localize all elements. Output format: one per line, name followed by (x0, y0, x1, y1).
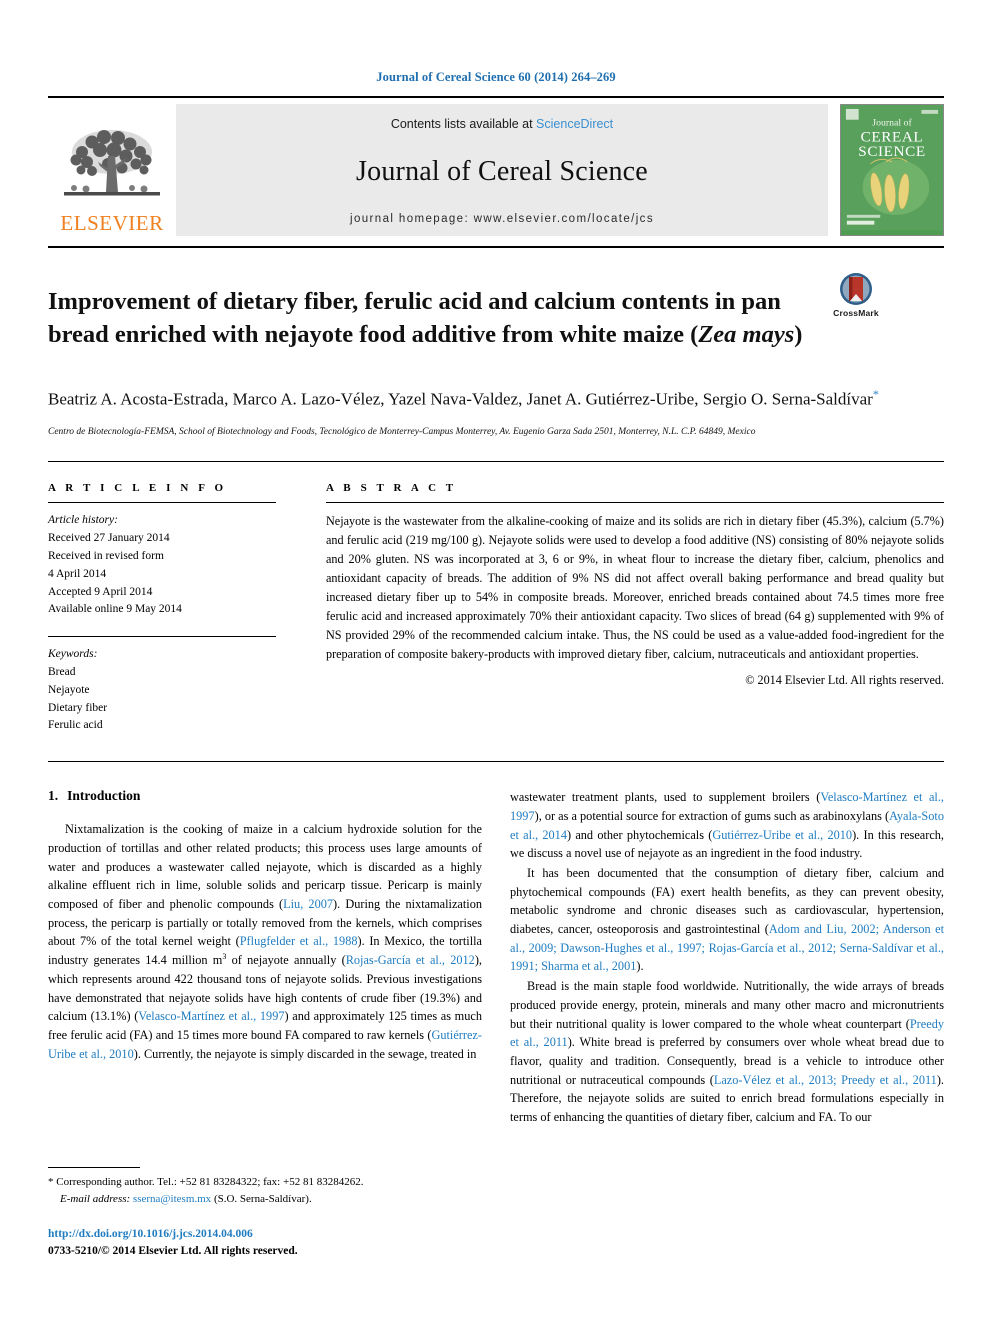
keyword-item: Nejayote (48, 683, 90, 696)
corresponding-author-marker: * (872, 387, 879, 402)
elsevier-tree-icon (64, 130, 160, 196)
keyword-item: Dietary fiber (48, 701, 108, 714)
citation-link[interactable]: Lazo-Vélez et al., 2013; Preedy et al., … (714, 1073, 937, 1087)
section-heading-introduction: 1. Introduction (48, 788, 482, 804)
journal-masthead: ELSEVIER Contents lists available at Sci… (48, 96, 944, 236)
abstract-column: A B S T R A C T Nejayote is the wastewat… (302, 482, 944, 735)
title-close-paren: ) (794, 320, 803, 348)
elsevier-logo: ELSEVIER (48, 104, 176, 236)
text-run: wastewater treatment plants, used to sup… (510, 790, 821, 805)
title-species: Zea mays (698, 320, 795, 348)
history-item: Received in revised form (48, 549, 164, 562)
body-columns: 1. Introduction Nixtamalization is the co… (48, 762, 944, 1127)
title-main: Improvement of dietary fiber, ferulic ac… (48, 288, 781, 348)
running-head: Journal of Cereal Science 60 (2014) 264–… (376, 70, 616, 84)
abstract-heading: A B S T R A C T (326, 482, 457, 495)
affiliation: Centro de Biotecnología-FEMSA, School of… (48, 426, 756, 437)
text-run: of nejayote annually ( (226, 953, 346, 968)
copyright-line: © 2014 Elsevier Ltd. All rights reserved… (745, 672, 944, 687)
email-link[interactable]: sserna@itesm.mx (133, 1193, 211, 1205)
article-history-label: Article history: (48, 514, 118, 527)
footnote-marker: * (48, 1176, 54, 1188)
contents-list-line: Contents lists available at ScienceDirec… (391, 117, 613, 131)
section-number: 1. (48, 788, 59, 804)
sciencedirect-link[interactable]: ScienceDirect (536, 117, 613, 131)
text-run: ). (636, 959, 644, 974)
doi-link[interactable]: http://dx.doi.org/10.1016/j.jcs.2014.04.… (48, 1226, 478, 1243)
svg-text:SCIENCE: SCIENCE (858, 143, 925, 160)
footnote-text: Corresponding author. Tel.: +52 81 83284… (56, 1176, 364, 1188)
body-left-column: 1. Introduction Nixtamalization is the co… (48, 788, 482, 1127)
keyword-item: Bread (48, 666, 76, 679)
citation-link[interactable]: Velasco-Martínez et al., 1997 (138, 1009, 284, 1023)
text-run: ) and other phytochemicals ( (566, 827, 713, 842)
keywords-label: Keywords: (48, 648, 98, 661)
text-run: Bread is the main staple food worldwide.… (510, 979, 944, 1031)
paragraph: wastewater treatment plants, used to sup… (510, 788, 944, 863)
elsevier-wordmark: ELSEVIER (60, 211, 164, 235)
text-run: ). Currently, the nejayote is simply dis… (133, 1046, 477, 1061)
author-list: Beatriz A. Acosta-Estrada, Marco A. Lazo… (48, 385, 944, 412)
authors-names: Beatriz A. Acosta-Estrada, Marco A. Lazo… (48, 390, 873, 410)
journal-title: Journal of Cereal Science (356, 156, 648, 187)
issn-copyright-line: 0733-5210/© 2014 Elsevier Ltd. All right… (48, 1245, 298, 1258)
title-block: Improvement of dietary fiber, ferulic ac… (48, 248, 944, 367)
journal-homepage-link[interactable]: journal homepage: www.elsevier.com/locat… (350, 213, 654, 225)
abstract-text: Nejayote is the wastewater from the alka… (326, 514, 944, 661)
abstract-rule (326, 502, 944, 504)
citation-link[interactable]: Liu, 2007 (283, 897, 333, 911)
paragraph: Bread is the main staple food worldwide.… (510, 977, 944, 1127)
crossmark-badge[interactable]: CrossMark (808, 272, 904, 318)
contents-prefix: Contents lists available at (390, 117, 537, 131)
keyword-item: Ferulic acid (48, 719, 103, 732)
history-item: Available online 9 May 2014 (48, 603, 182, 616)
svg-text:Journal of: Journal of (872, 118, 912, 129)
crossmark-label: CrossMark (833, 308, 879, 318)
article-info-column: A R T I C L E I N F O Article history: R… (48, 482, 302, 735)
article-title: Improvement of dietary fiber, ferulic ac… (48, 286, 808, 351)
keywords-rule (48, 636, 276, 638)
doi-block: http://dx.doi.org/10.1016/j.jcs.2014.04.… (48, 1226, 478, 1261)
article-info-rule (48, 502, 276, 504)
masthead-band: Contents lists available at ScienceDirec… (176, 104, 828, 236)
article-info-heading: A R T I C L E I N F O (48, 482, 227, 495)
corresponding-author-note: * Corresponding author. Tel.: +52 81 832… (48, 1174, 458, 1191)
email-label: E-mail address: (60, 1192, 131, 1205)
info-abstract-row: A R T I C L E I N F O Article history: R… (48, 462, 944, 735)
history-item: Accepted 9 April 2014 (48, 585, 153, 598)
citation-link[interactable]: Pflugfelder et al., 1988 (240, 934, 358, 948)
section-title: Introduction (67, 788, 141, 804)
crossmark-badge-icon (840, 273, 872, 305)
email-owner: (S.O. Serna-Saldívar). (213, 1192, 312, 1205)
journal-cover-thumbnail: Journal of CEREAL SCIENCE (840, 104, 944, 236)
paragraph: It has been documented that the consumpt… (510, 864, 944, 976)
text-run: ), or as a potential source for extracti… (534, 808, 890, 823)
footnote-block: * Corresponding author. Tel.: +52 81 832… (48, 1167, 458, 1207)
history-item: Received 27 January 2014 (48, 532, 170, 545)
citation-link[interactable]: Gutiérrez-Uribe et al., 2010 (712, 828, 852, 842)
footnote-rule (48, 1167, 140, 1168)
article-page: Journal of Cereal Science 60 (2014) 264–… (0, 0, 992, 1323)
cover-artwork-icon: Journal of CEREAL SCIENCE (841, 105, 943, 231)
body-right-column: wastewater treatment plants, used to sup… (510, 788, 944, 1127)
history-item: 4 April 2014 (48, 567, 107, 580)
citation-link[interactable]: Rojas-García et al., 2012 (346, 953, 475, 967)
paragraph: Nixtamalization is the cooking of maize … (48, 820, 482, 1063)
email-note: E-mail address: sserna@itesm.mx (S.O. Se… (48, 1191, 458, 1208)
